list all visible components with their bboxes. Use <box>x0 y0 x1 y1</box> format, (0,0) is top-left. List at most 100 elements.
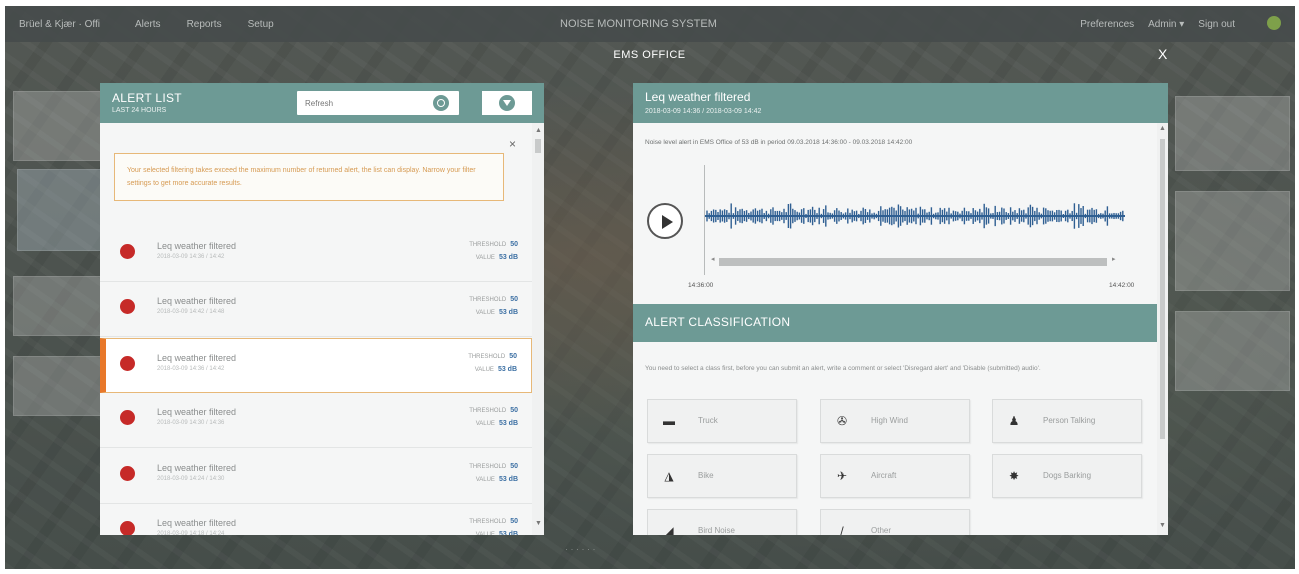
alert-detail-panel: Leq weather filtered 2018-03-09 14:36 / … <box>633 83 1168 535</box>
bg-card <box>17 169 107 251</box>
class-button-high-wind[interactable]: ✇ High Wind <box>820 399 970 443</box>
alert-time: 2018-03-09 14:36 / 14:42 <box>157 366 225 372</box>
timeline-start-marker: ◂ <box>711 256 715 263</box>
scroll-up-icon[interactable]: ▲ <box>1159 125 1166 132</box>
alert-list-header: ALERT LIST LAST 24 HOURS <box>100 83 544 123</box>
alert-list-item[interactable]: Leq weather filtered 2018-03-09 14:36 / 1… <box>100 227 532 282</box>
person-icon: ♟ <box>1008 414 1020 428</box>
alert-value: VALUE 53 dB <box>475 254 518 261</box>
alert-list-item[interactable]: Leq weather filtered 2018-03-09 14:30 / 1… <box>100 393 532 448</box>
audio-timeline[interactable] <box>719 258 1107 266</box>
top-nav: Alerts Reports Setup <box>135 19 274 30</box>
alert-status-icon <box>120 410 135 425</box>
alert-name: Leq weather filtered <box>157 407 237 417</box>
class-label: Bike <box>698 471 714 480</box>
alert-list-title: ALERT LIST <box>112 91 182 105</box>
scroll-thumb[interactable] <box>1160 139 1165 439</box>
bg-card <box>1175 311 1290 391</box>
class-button-other[interactable]: / Other <box>820 509 970 535</box>
close-warning-icon[interactable]: × <box>509 137 516 151</box>
class-button-person-talking[interactable]: ♟ Person Talking <box>992 399 1142 443</box>
alert-time: 2018-03-09 14:24 / 14:30 <box>157 476 225 482</box>
scroll-up-icon[interactable]: ▲ <box>535 127 542 134</box>
class-button-truck[interactable]: ▬ Truck <box>647 399 797 443</box>
class-button-bike[interactable]: ◮ Bike <box>647 454 797 498</box>
alert-name: Leq weather filtered <box>157 296 237 306</box>
alert-status-icon <box>120 244 135 259</box>
bg-card <box>1175 96 1290 171</box>
classification-instructions: You need to select a class first, before… <box>645 365 1041 372</box>
aircraft-icon: ✈ <box>836 469 848 483</box>
top-bar: Brüel & Kjær · Offi Alerts Reports Setup… <box>5 6 1295 42</box>
dog-icon: ✸ <box>1008 469 1020 483</box>
alert-name: Leq weather filtered <box>157 353 237 363</box>
other-icon: / <box>840 524 844 535</box>
scroll-down-icon[interactable]: ▼ <box>1159 522 1166 529</box>
preferences-link[interactable]: Preferences <box>1080 19 1134 30</box>
play-button[interactable] <box>647 203 683 239</box>
bg-card <box>13 356 103 416</box>
bike-icon: ◮ <box>664 469 674 483</box>
alert-list-item[interactable]: Leq weather filtered 2018-03-09 14:36 / 1… <box>100 338 532 393</box>
class-label: Aircraft <box>871 471 897 480</box>
scroll-down-icon[interactable]: ▼ <box>535 520 542 527</box>
nav-alerts[interactable]: Alerts <box>135 19 161 30</box>
alert-list-scrollbar[interactable]: ▲ ▼ <box>532 123 544 535</box>
bg-card <box>1175 191 1290 291</box>
alert-value: VALUE 53 dB <box>475 531 518 535</box>
audio-waveform[interactable] <box>705 199 1125 233</box>
alert-threshold: THRESHOLD 50 <box>469 407 518 414</box>
filter-button[interactable] <box>482 91 532 115</box>
alert-list-item[interactable]: Leq weather filtered 2018-03-09 14:18 / 1… <box>100 504 532 535</box>
filter-warning: Your selected filtering takes exceed the… <box>114 153 504 201</box>
bg-card <box>13 91 103 161</box>
alert-status-icon <box>120 521 135 535</box>
alert-time: 2018-03-09 14:18 / 14:24 <box>157 531 225 535</box>
detail-subtitle: 2018-03-09 14:36 / 2018-03-09 14:42 <box>645 108 762 115</box>
alert-list-item[interactable]: Leq weather filtered 2018-03-09 14:24 / 1… <box>100 449 532 504</box>
scroll-thumb[interactable] <box>535 139 541 153</box>
alert-status-icon <box>120 356 135 371</box>
alert-list-panel: ALERT LIST LAST 24 HOURS × Your selected… <box>100 83 544 535</box>
sign-out-link[interactable]: Sign out <box>1198 19 1235 30</box>
class-button-dogs-barking[interactable]: ✸ Dogs Barking <box>992 454 1142 498</box>
alert-status-icon <box>120 466 135 481</box>
brand-logo: Brüel & Kjær · Offi <box>19 19 100 30</box>
close-icon[interactable]: X <box>1158 46 1167 62</box>
timeline-end-marker: ▸ <box>1112 256 1116 263</box>
search-input[interactable] <box>305 95 420 111</box>
class-label: Truck <box>698 416 718 425</box>
alert-time: 2018-03-09 14:30 / 14:36 <box>157 420 225 426</box>
alert-time: 2018-03-09 14:36 / 14:42 <box>157 254 225 260</box>
nav-reports[interactable]: Reports <box>187 19 222 30</box>
modal-title: EMS OFFICE <box>613 49 686 61</box>
alert-threshold: THRESHOLD 50 <box>469 296 518 303</box>
alert-value: VALUE 53 dB <box>475 309 518 316</box>
alert-list-item[interactable]: Leq weather filtered 2018-03-09 14:42 / 1… <box>100 282 532 337</box>
class-button-aircraft[interactable]: ✈ Aircraft <box>820 454 970 498</box>
class-label: Other <box>871 526 892 535</box>
detail-title: Leq weather filtered <box>645 90 751 104</box>
user-menu: Preferences Admin ▾ Sign out <box>1080 19 1235 30</box>
alert-threshold: THRESHOLD 50 <box>469 518 518 525</box>
alert-threshold: THRESHOLD 50 <box>469 241 518 248</box>
alert-value: VALUE 53 dB <box>475 476 518 483</box>
alert-list-subtitle: LAST 24 HOURS <box>112 107 167 114</box>
filter-icon <box>499 95 515 111</box>
alert-name: Leq weather filtered <box>157 241 237 251</box>
class-button-bird-noise[interactable]: ◢ Bird Noise <box>647 509 797 535</box>
admin-dropdown[interactable]: Admin ▾ <box>1148 19 1184 30</box>
map-attribution: · · · · · · <box>565 544 596 554</box>
detail-scrollbar[interactable]: ▲ ▼ <box>1157 123 1168 535</box>
search-icon[interactable] <box>433 95 449 111</box>
alert-value: VALUE 53 dB <box>475 420 518 427</box>
class-label: Dogs Barking <box>1043 471 1092 480</box>
alert-name: Leq weather filtered <box>157 463 237 473</box>
alert-status-icon <box>120 299 135 314</box>
alert-threshold: THRESHOLD 50 <box>468 353 517 360</box>
bg-card <box>13 276 103 336</box>
class-label: High Wind <box>871 416 908 425</box>
avatar[interactable] <box>1267 16 1281 30</box>
audio-start-time: 14:36:00 <box>688 282 714 289</box>
nav-setup[interactable]: Setup <box>248 19 274 30</box>
